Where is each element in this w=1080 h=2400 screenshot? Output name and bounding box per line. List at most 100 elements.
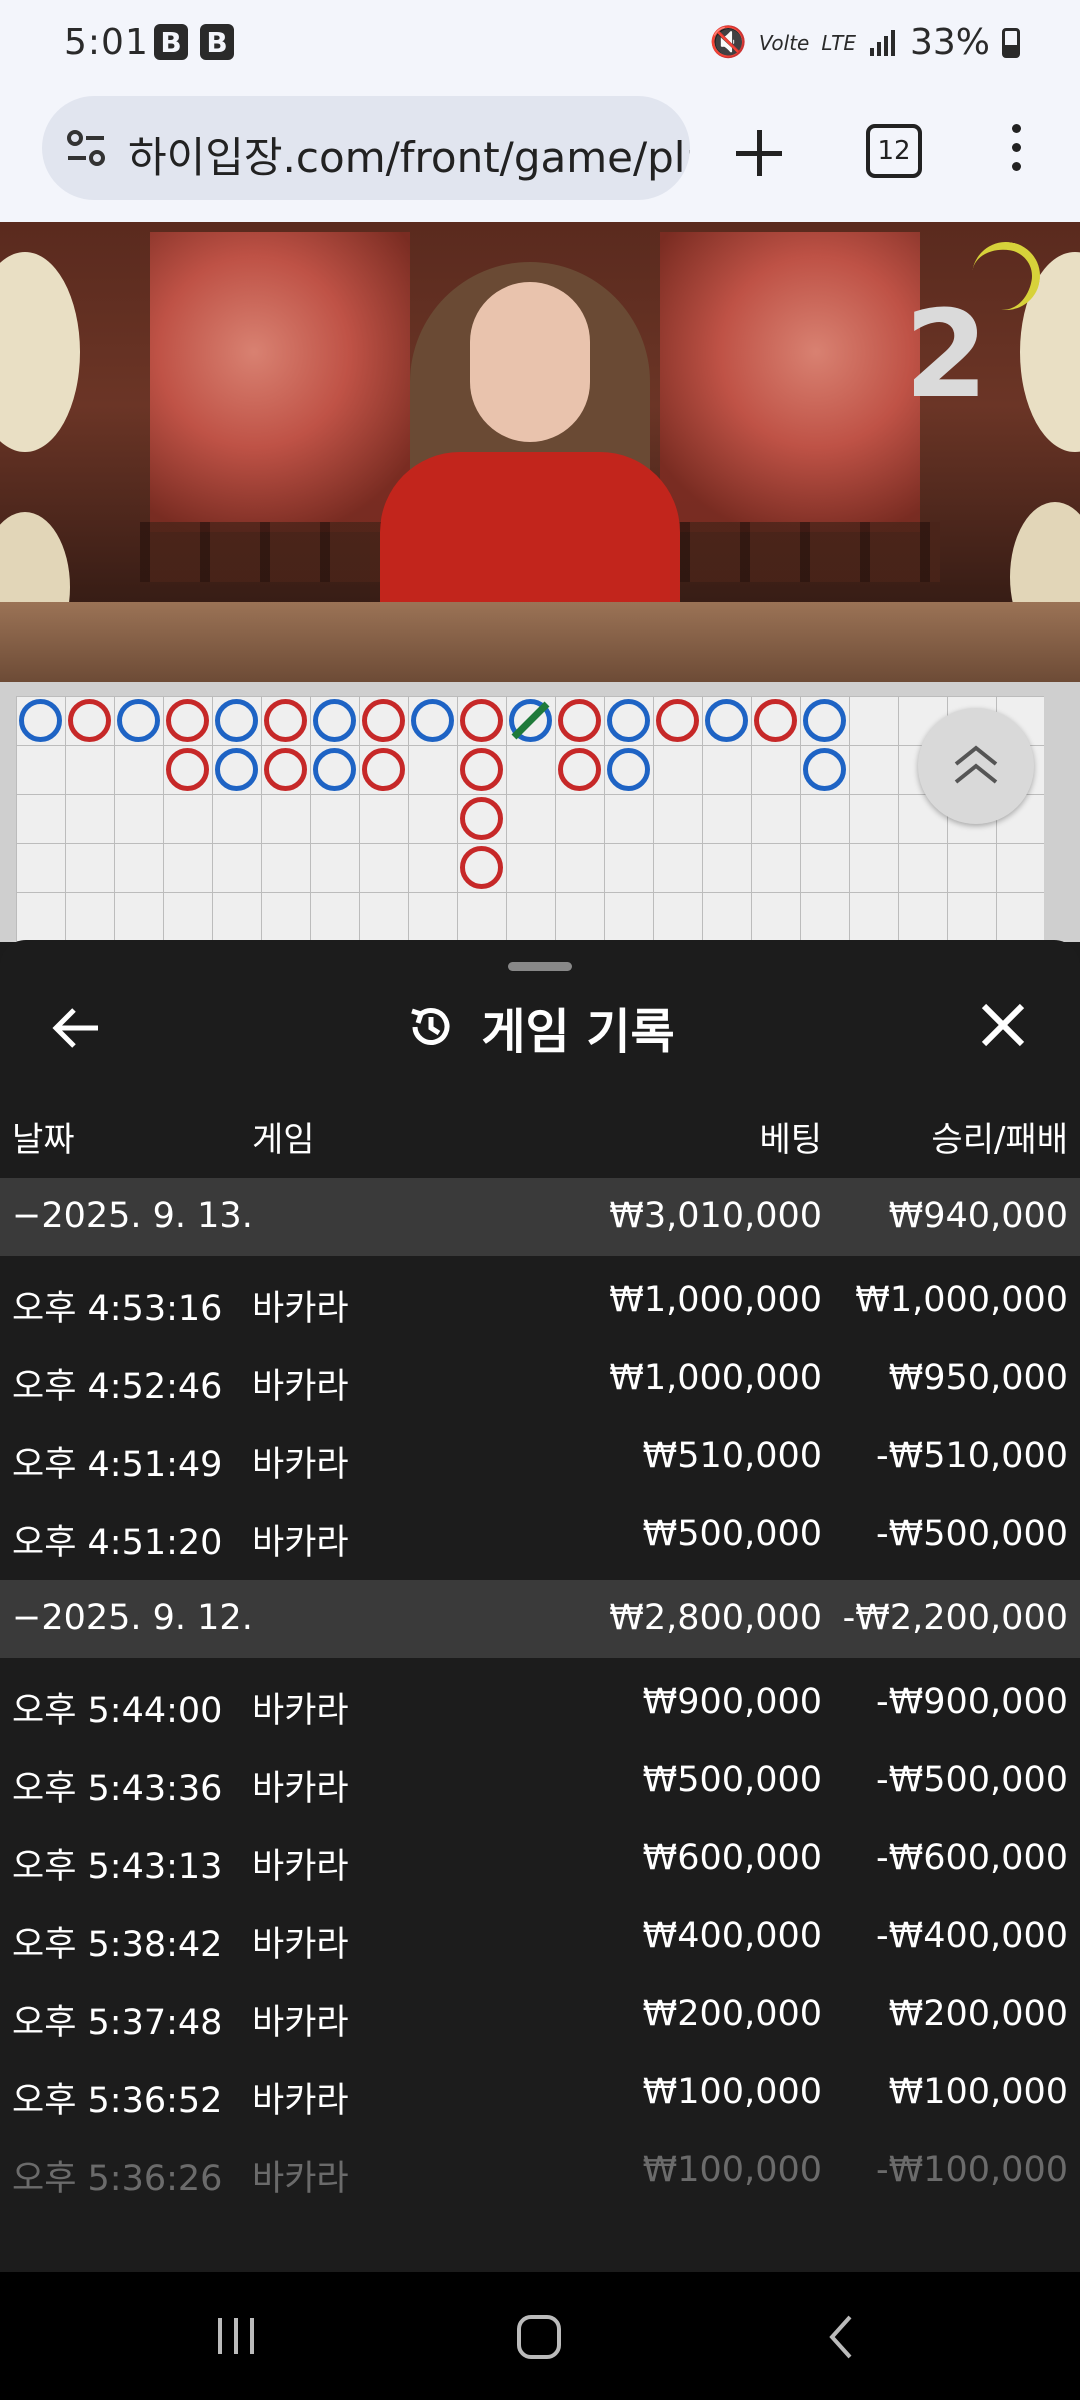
group-date: −2025. 9. 12. xyxy=(12,1598,253,1638)
table-row[interactable]: 오후 4:52:46 바카라 ₩1,000,000 ₩950,000 xyxy=(0,1340,1080,1418)
history-icon xyxy=(411,1008,450,1045)
table-row[interactable]: 오후 5:36:52 바카라 ₩100,000 ₩100,000 xyxy=(0,2054,1080,2132)
table-row[interactable]: 오후 5:43:13 바카라 ₩600,000 -₩600,000 xyxy=(0,1820,1080,1898)
home-icon[interactable] xyxy=(516,2314,562,2360)
player-mark xyxy=(117,699,160,742)
row-time: 오후 5:37:48 xyxy=(12,2003,223,2043)
date-group-row[interactable]: −2025. 9. 12. ₩2,800,000 -₩2,200,000 xyxy=(0,1580,1080,1658)
row-bet: ₩510,000 xyxy=(642,1436,822,1476)
group-bet-total: ₩2,800,000 xyxy=(609,1598,822,1638)
row-win-loss: -₩900,000 xyxy=(876,1682,1068,1722)
status-bar: 5:01 B B 🔇 Volte LTE 33% xyxy=(0,0,1080,90)
player-mark xyxy=(313,699,356,742)
row-time: 오후 5:43:13 xyxy=(12,1847,223,1887)
table-row[interactable]: 오후 5:36:26 바카라 ₩100,000 -₩100,000 xyxy=(0,2132,1080,2210)
game-history-sheet: 게임 기록 날짜 게임 베팅 승리/패배 −2025. 9. 13. ₩3,01… xyxy=(0,940,1080,2272)
new-tab-icon[interactable] xyxy=(732,126,786,180)
banker-mark xyxy=(460,699,503,742)
row-win-loss: ₩1,000,000 xyxy=(855,1280,1068,1320)
banker-mark xyxy=(166,699,209,742)
sheet-drag-handle[interactable] xyxy=(508,962,572,971)
back-icon[interactable] xyxy=(826,2314,856,2360)
signal-icon xyxy=(869,29,895,56)
group-bet-total: ₩3,010,000 xyxy=(609,1196,822,1236)
row-game: 바카라 xyxy=(252,1691,349,1731)
player-mark xyxy=(607,699,650,742)
url-text[interactable]: 하이입장.com/front/game/pla xyxy=(128,124,690,185)
history-table: −2025. 9. 13. ₩3,010,000 ₩940,000 오후 4:5… xyxy=(0,1178,1080,2210)
status-time: 5:01 xyxy=(64,22,149,63)
row-game: 바카라 xyxy=(252,1445,349,1485)
row-bet: ₩1,000,000 xyxy=(609,1280,822,1320)
row-game: 바카라 xyxy=(252,1523,349,1563)
notification-icons: B B xyxy=(154,24,234,60)
battery-icon xyxy=(1002,27,1020,58)
column-header-bet: 베팅 xyxy=(759,1120,822,1160)
table-row[interactable]: 오후 5:44:00 바카라 ₩900,000 -₩900,000 xyxy=(0,1664,1080,1742)
row-game: 바카라 xyxy=(252,1289,349,1329)
row-bet: ₩500,000 xyxy=(642,1760,822,1800)
table-row[interactable]: 오후 4:53:16 바카라 ₩1,000,000 ₩1,000,000 xyxy=(0,1262,1080,1340)
banker-mark xyxy=(362,699,405,742)
row-bet: ₩100,000 xyxy=(642,2150,822,2190)
bead-road xyxy=(0,682,1080,942)
player-mark xyxy=(215,748,258,791)
countdown-number: 2 xyxy=(904,286,989,425)
player-mark xyxy=(19,699,62,742)
banker-mark xyxy=(460,846,503,889)
banker-mark xyxy=(264,748,307,791)
double-chevron-up-icon xyxy=(954,745,998,784)
row-win-loss: ₩100,000 xyxy=(888,2072,1068,2112)
banker-mark xyxy=(558,748,601,791)
site-settings-icon[interactable] xyxy=(64,126,108,170)
group-date: −2025. 9. 13. xyxy=(12,1196,253,1236)
sheet-title: 게임 기록 xyxy=(0,992,1080,1062)
expand-road-button[interactable] xyxy=(918,708,1034,824)
recent-apps-icon[interactable] xyxy=(214,2316,258,2356)
row-bet: ₩500,000 xyxy=(642,1514,822,1554)
b-app-icon: B xyxy=(154,24,188,60)
url-bar[interactable]: 하이입장.com/front/game/pla xyxy=(42,96,690,200)
row-win-loss: -₩600,000 xyxy=(876,1838,1068,1878)
banker-mark xyxy=(460,797,503,840)
row-time: 오후 4:52:46 xyxy=(12,1367,223,1407)
table-row[interactable]: 오후 4:51:20 바카라 ₩500,000 -₩500,000 xyxy=(0,1496,1080,1574)
banker-mark xyxy=(754,699,797,742)
banker-mark xyxy=(362,748,405,791)
row-bet: ₩400,000 xyxy=(642,1916,822,1956)
table-row[interactable]: 오후 5:38:42 바카라 ₩400,000 -₩400,000 xyxy=(0,1898,1080,1976)
more-menu-icon[interactable] xyxy=(1012,124,1022,178)
table-row[interactable]: 오후 5:37:48 바카라 ₩200,000 ₩200,000 xyxy=(0,1976,1080,2054)
row-game: 바카라 xyxy=(252,1925,349,1965)
row-bet: ₩100,000 xyxy=(642,2072,822,2112)
banker-mark xyxy=(166,748,209,791)
road-marks xyxy=(19,699,846,889)
mute-icon: 🔇 xyxy=(709,25,747,60)
row-game: 바카라 xyxy=(252,2081,349,2121)
column-header-game: 게임 xyxy=(252,1120,315,1160)
row-time: 오후 5:38:42 xyxy=(12,1925,223,1965)
date-group-row[interactable]: −2025. 9. 13. ₩3,010,000 ₩940,000 xyxy=(0,1178,1080,1256)
row-time: 오후 5:44:00 xyxy=(12,1691,223,1731)
table-row[interactable]: 오후 5:43:36 바카라 ₩500,000 -₩500,000 xyxy=(0,1742,1080,1820)
banker-mark xyxy=(68,699,111,742)
row-win-loss: -₩400,000 xyxy=(876,1916,1068,1956)
row-win-loss: ₩950,000 xyxy=(888,1358,1068,1398)
tab-switcher-button[interactable]: 12 xyxy=(866,124,922,178)
row-bet: ₩200,000 xyxy=(642,1994,822,2034)
row-bet: ₩1,000,000 xyxy=(609,1358,822,1398)
row-win-loss: -₩500,000 xyxy=(876,1514,1068,1554)
column-header-win-loss: 승리/패배 xyxy=(931,1120,1068,1160)
status-right: 🔇 Volte LTE 33% xyxy=(710,22,1020,63)
row-game: 바카라 xyxy=(252,2159,349,2199)
row-game: 바카라 xyxy=(252,1769,349,1809)
close-icon[interactable] xyxy=(978,1000,1028,1050)
row-time: 오후 4:51:49 xyxy=(12,1445,223,1485)
row-time: 오후 4:51:20 xyxy=(12,1523,223,1563)
row-time: 오후 5:36:26 xyxy=(12,2159,223,2199)
player-mark xyxy=(705,699,748,742)
table-row[interactable]: 오후 4:51:49 바카라 ₩510,000 -₩510,000 xyxy=(0,1418,1080,1496)
banker-mark xyxy=(460,748,503,791)
row-bet: ₩900,000 xyxy=(642,1682,822,1722)
row-game: 바카라 xyxy=(252,1847,349,1887)
